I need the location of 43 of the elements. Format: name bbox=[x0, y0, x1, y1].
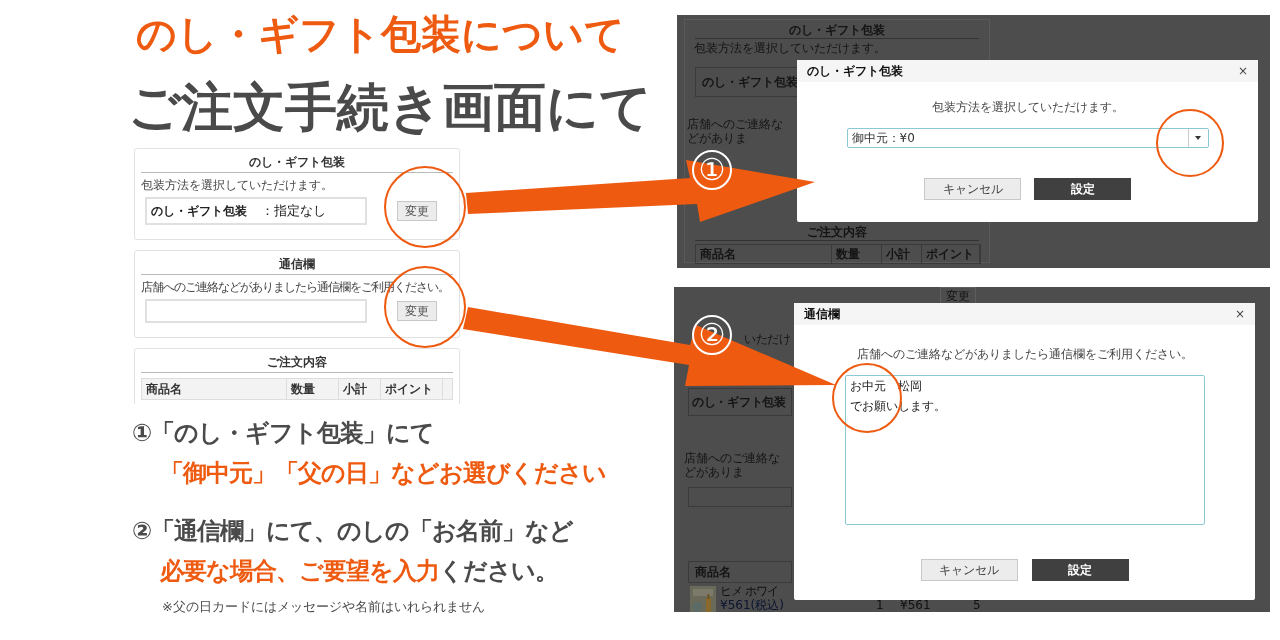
instruction-text: 必要な場合、ご要望を入力 ください。 bbox=[159, 556, 559, 587]
field-label: のし・ギフト包装 bbox=[151, 203, 247, 220]
select-value: 御中元：¥0 bbox=[851, 130, 915, 147]
column-header: 数量 bbox=[287, 379, 339, 399]
field-value: ：指定なし bbox=[261, 202, 326, 221]
section-heading: のし・ギフト包装 bbox=[141, 153, 453, 173]
column-header: 小計 bbox=[339, 379, 381, 399]
column-header: 数量 bbox=[832, 245, 882, 263]
section-heading: ご注文内容 bbox=[695, 225, 979, 241]
instruction-text: ②「通信欄」にて、のしの「お名前」など bbox=[132, 516, 575, 547]
points-cell: 5 bbox=[973, 599, 981, 611]
change-button[interactable]: 変更 bbox=[397, 201, 437, 221]
subtotal-cell: ¥561 bbox=[900, 599, 931, 611]
confirm-button[interactable]: 設定 bbox=[1031, 559, 1129, 581]
close-button[interactable]: × bbox=[1234, 308, 1245, 320]
section-description: 包装方法を選択していただけます。 bbox=[141, 177, 334, 194]
section-heading: ご注文内容 bbox=[141, 353, 453, 373]
column-header: 商品名 bbox=[696, 245, 832, 263]
dialog-description: 包装方法を選択していただけます。 bbox=[930, 99, 1125, 116]
column-header: ポイント bbox=[381, 379, 443, 399]
instruction-text: 「御中元」「父の日」などお選びください bbox=[159, 458, 607, 489]
caret-icon bbox=[1195, 136, 1201, 140]
column-header: 小計 bbox=[882, 245, 922, 263]
note-text: ※父の日カードにはメッセージや名前はいれられません bbox=[161, 598, 486, 616]
dialog-title: 通信欄 bbox=[804, 306, 840, 323]
instruction-text: ①「のし・ギフト包装」にて bbox=[132, 418, 436, 449]
section-heading: 通信欄 bbox=[141, 255, 453, 275]
column-header: 商品名 bbox=[688, 561, 792, 583]
highlight-circle bbox=[1155, 108, 1225, 178]
dialog-description: 店舗へのご連絡などがありましたら通信欄をご利用ください。 bbox=[855, 346, 1194, 363]
quantity-cell: 1 bbox=[876, 599, 884, 611]
product-price: ¥561(税込) bbox=[720, 599, 784, 611]
page-title: のし・ギフト包装について bbox=[134, 10, 626, 59]
confirm-button[interactable]: 設定 bbox=[1034, 178, 1131, 200]
column-header: ポイント bbox=[922, 245, 980, 263]
column-header: 商品名 bbox=[142, 379, 287, 399]
cancel-button[interactable]: キャンセル bbox=[920, 559, 1018, 581]
page-subtitle: ご注文手続き画面にて bbox=[127, 76, 653, 139]
close-button[interactable]: × bbox=[1237, 65, 1248, 77]
change-button[interactable]: 変更 bbox=[397, 301, 437, 321]
cancel-button[interactable]: キャンセル bbox=[924, 178, 1021, 200]
select-field[interactable]: 御中元：¥0 bbox=[846, 128, 1209, 148]
dialog-title: のし・ギフト包装 bbox=[807, 63, 903, 80]
